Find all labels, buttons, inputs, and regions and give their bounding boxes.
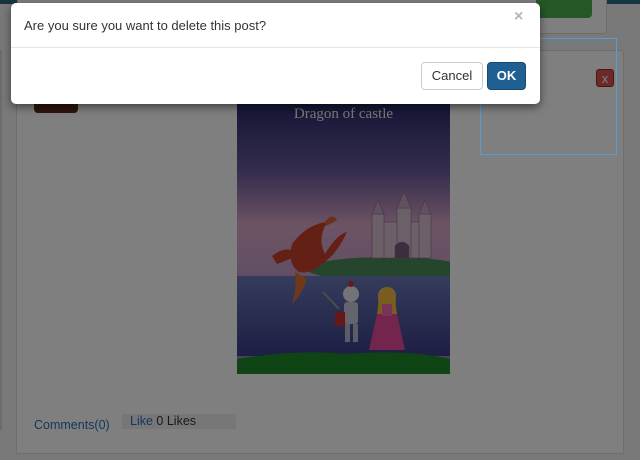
ok-button[interactable]: OK [487, 62, 526, 90]
close-icon[interactable]: × [514, 8, 523, 26]
cancel-button[interactable]: Cancel [421, 62, 483, 90]
delete-confirm-dialog: Are you sure you want to delete this pos… [11, 3, 540, 104]
dialog-message: Are you sure you want to delete this pos… [24, 18, 267, 33]
dialog-body: Are you sure you want to delete this pos… [11, 3, 540, 48]
